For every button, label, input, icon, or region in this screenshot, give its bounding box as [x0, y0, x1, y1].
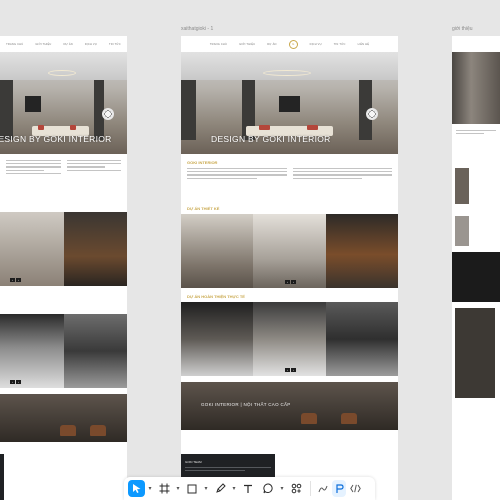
gallery-prev-arrow[interactable]: ‹ — [285, 280, 290, 284]
showroom-banner — [0, 394, 127, 442]
design-icon[interactable] — [332, 480, 346, 497]
comment-icon[interactable] — [259, 480, 277, 497]
nav-item[interactable]: GIỚI THIỆU — [35, 43, 51, 46]
code-icon[interactable] — [348, 480, 362, 497]
showroom-banner: GOKI INTERIOR | NỘI THẤT CAO CẤP — [181, 382, 398, 430]
actions-icon[interactable] — [287, 480, 305, 497]
design-gallery: ‹ › — [0, 212, 127, 286]
gallery-next-arrow[interactable]: › — [291, 368, 296, 372]
intro-heading: GOKI INTERIOR — [187, 160, 218, 165]
pen-icon[interactable] — [211, 480, 229, 497]
hero-image: DESIGN BY GOKI INTERIOR — [181, 52, 398, 154]
team-label: GOKI TEAM — [185, 460, 202, 464]
design-toolbar: ▾ ▾ ▾ ▾ ▾ — [124, 477, 375, 500]
about-gallery — [452, 302, 500, 412]
rectangle-icon[interactable] — [183, 480, 201, 497]
design-gallery: ‹ › — [181, 214, 398, 288]
frame-right[interactable] — [452, 36, 500, 500]
chevron-down-icon[interactable]: ▾ — [147, 480, 153, 497]
nav-item[interactable]: LIÊN HỆ — [358, 43, 370, 46]
gallery-prev-arrow[interactable]: ‹ — [10, 278, 15, 282]
frame-middle[interactable]: TRANG CHỦ GIỚI THIỆU DỰ ÁN G DỊCH VỤ TIN… — [181, 36, 398, 500]
site-nav: TRANG CHỦ GIỚI THIỆU DỰ ÁN G DỊCH VỤ TIN… — [181, 36, 398, 52]
gallery-next-arrow[interactable]: › — [16, 380, 21, 384]
chevron-down-icon[interactable]: ▾ — [279, 480, 285, 497]
logo-icon[interactable]: G — [288, 39, 298, 49]
frame-label-right[interactable]: giới thiệu — [452, 26, 473, 32]
nav-item[interactable]: TIN TỨC — [334, 43, 346, 46]
frame-label-middle[interactable]: xaithatgioki - 1 — [181, 26, 213, 32]
nav-item[interactable]: DỰ ÁN — [63, 43, 72, 46]
draw-icon[interactable] — [316, 480, 330, 497]
gallery-prev-arrow[interactable]: ‹ — [285, 368, 290, 372]
nav-item[interactable]: TRANG CHỦ — [210, 43, 227, 46]
built-gallery: ‹ › — [0, 314, 127, 388]
nav-item[interactable]: TIN TỨC — [109, 43, 121, 46]
about-images — [452, 162, 500, 210]
toolbar-divider — [310, 481, 311, 496]
banner-caption: GOKI INTERIOR | NỘI THẤT CAO CẤP — [201, 402, 291, 407]
section-title-design: DỰ ÁN THIẾT KẾ — [187, 206, 220, 211]
nav-item[interactable]: DỰ ÁN — [267, 43, 276, 46]
about-text — [452, 124, 500, 162]
site-nav: TRANG CHỦ GIỚI THIỆU DỰ ÁN DỊCH VỤ TIN T… — [0, 36, 127, 52]
chevron-down-icon[interactable]: ▾ — [175, 480, 181, 497]
hero-image: DESIGN BY GOKI INTERIOR — [0, 52, 127, 154]
about-hero-image — [452, 52, 500, 124]
section-title-built: DỰ ÁN HOÀN THIỆN THỰC TẾ — [187, 294, 245, 299]
text-icon[interactable] — [239, 480, 257, 497]
hero-caption: DESIGN BY GOKI INTERIOR — [211, 134, 331, 144]
hero-caption: DESIGN BY GOKI INTERIOR — [0, 134, 112, 144]
nav-item[interactable]: DỊCH VỤ — [310, 43, 322, 46]
frame-icon[interactable] — [155, 480, 173, 497]
gallery-next-arrow[interactable]: › — [16, 278, 21, 282]
nav-item[interactable]: TRANG CHỦ — [6, 43, 23, 46]
frame-left[interactable]: TRANG CHỦ GIỚI THIỆU DỰ ÁN DỊCH VỤ TIN T… — [0, 36, 127, 500]
nav-item[interactable]: GIỚI THIỆU — [239, 43, 255, 46]
intro-text — [0, 154, 127, 206]
chevron-down-icon[interactable]: ▾ — [203, 480, 209, 497]
intro-section: GOKI INTERIOR — [181, 154, 398, 206]
gallery-prev-arrow[interactable]: ‹ — [10, 380, 15, 384]
built-gallery: ‹ › — [181, 302, 398, 376]
chevron-down-icon[interactable]: ▾ — [231, 480, 237, 497]
nav-item[interactable]: DỊCH VỤ — [85, 43, 97, 46]
gallery-next-arrow[interactable]: › — [291, 280, 296, 284]
cursor-icon[interactable] — [128, 480, 145, 497]
